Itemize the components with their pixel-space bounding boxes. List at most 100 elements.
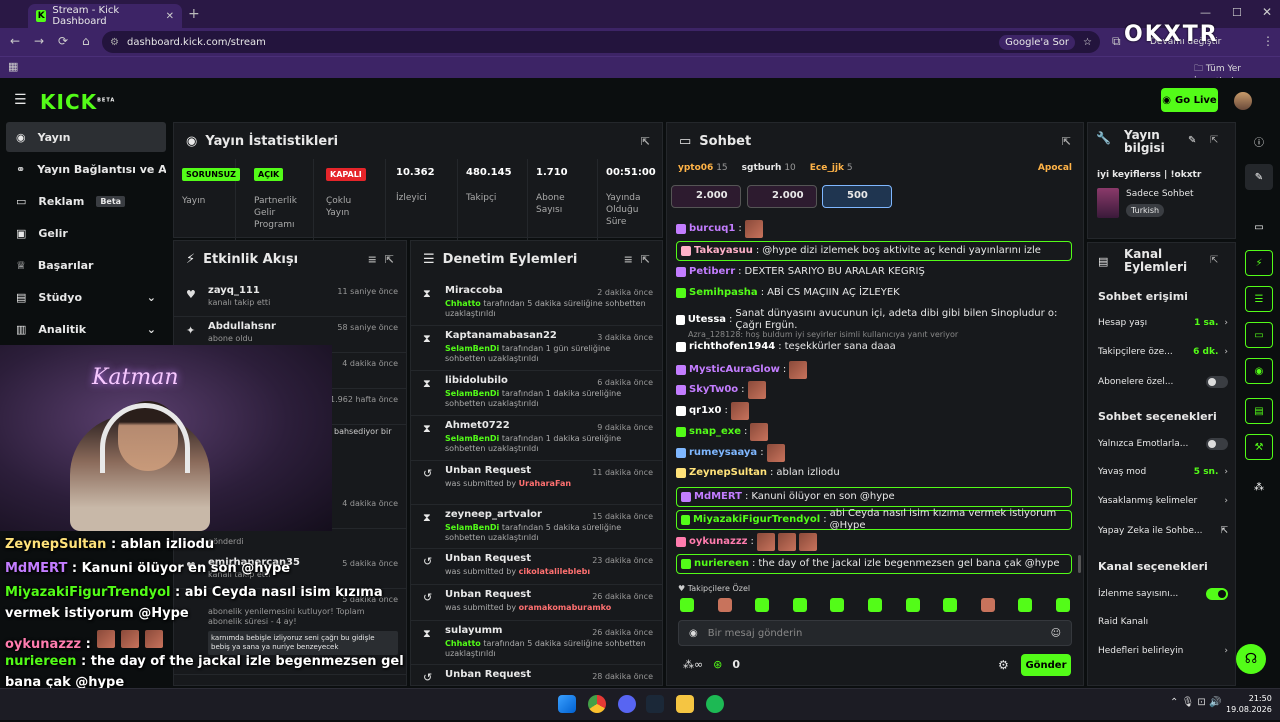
list-item[interactable]: ⧗ libidolubilo SelamBenDi tarafından 1 dak… [411,371,662,416]
list-item[interactable]: ↺ Unban Request was submitted by oramakoma… [411,585,662,621]
panel-icon[interactable]: ▭ [1245,214,1273,240]
filter-icon[interactable]: ≡ [624,253,633,266]
hype-icon[interactable]: ⁂ [1245,474,1273,500]
forward-icon[interactable]: → [34,34,44,48]
list-item[interactable]: ⧗ Kaptanamabasan22 SelamBenDi tarafından 1… [411,326,662,371]
chat-message[interactable]: richthofen1944: teşekkürler sana daaa [676,341,1072,353]
category-name[interactable]: Sadece Sohbet [1126,189,1194,199]
popout-icon[interactable]: ⇱ [641,253,650,266]
avatar[interactable] [1234,92,1252,110]
chat-message[interactable]: MiyazakiFigurTrendyol: abi Ceyda nasıl is… [676,508,1072,531]
sub-only-toggle[interactable] [1206,376,1228,388]
list-item[interactable]: ⧗ Miraccoba Chhatto tarafından 5 dakika sü… [411,281,662,326]
emote-icon[interactable] [1055,598,1070,612]
emote-icon[interactable] [905,598,920,612]
chat-message[interactable]: Semihpasha: ABİ CS MAÇIIN AÇ İZLEYEK [676,287,1072,299]
folder-icon[interactable] [676,695,694,713]
new-tab-icon[interactable]: + [188,6,200,22]
chat-message[interactable]: ZeynepSultan: ablan izliodu [676,467,1072,479]
viewer-count-toggle[interactable] [1206,588,1228,600]
emote-icon[interactable] [943,598,958,612]
wrench-icon[interactable]: ⚒ [1245,434,1273,460]
emote-icon[interactable] [980,598,995,612]
kick-logo[interactable]: KICKBETA [40,90,115,114]
list-item[interactable]: ⧗ zeyneep_artvalor SelamBenDi tarafından 5… [411,505,662,549]
follower-age-setting[interactable]: Takipçilere öze... 6 dk. › [1098,347,1228,357]
menu-icon[interactable]: ⋮ [1262,34,1274,48]
gift-card[interactable]: 2.000 [671,185,741,208]
targets-setting[interactable]: Hedefleri belirleyin › [1098,646,1228,656]
steam-icon[interactable] [646,695,664,713]
hype-icon[interactable]: ⁂∞ [683,658,703,671]
edit-icon[interactable]: ✎ [1245,164,1273,190]
emote-icon[interactable] [717,598,732,612]
list-icon[interactable]: ☰ [1245,286,1273,312]
chat-message[interactable]: burcuq1: [676,220,1072,238]
maximize-icon[interactable]: ☐ [1232,6,1242,19]
start-icon[interactable] [558,695,576,713]
site-info-icon[interactable]: ⚙ [110,37,119,48]
spotify-icon[interactable] [706,695,724,713]
account-age-setting[interactable]: Hesap yaşı 1 sa. › [1098,318,1228,328]
discord-icon[interactable] [618,695,636,713]
slow-mode-setting[interactable]: Yavaş mod 5 sn. › [1098,467,1228,477]
back-icon[interactable]: ← [10,34,20,48]
hamburger-menu-icon[interactable]: ☰ [14,92,27,108]
chat-input[interactable]: ◉ Bir mesaj gönderin ☺ [678,620,1072,646]
popout-icon[interactable]: ⇱ [385,253,394,266]
emote-icon[interactable] [792,598,807,612]
sidebar-item-revenue[interactable]: ▣ Gelir [6,218,166,248]
close-tab-icon[interactable]: ✕ [166,11,174,22]
list-item[interactable]: ⧗ Ahmet0722 SelamBenDi tarafından 1 dakika… [411,416,662,461]
chat-message[interactable]: Takayasuu: @hype dizi izlemek boş aktivit… [676,241,1072,261]
raid-setting[interactable]: Raid Kanalı [1098,617,1228,627]
emote-only-toggle[interactable] [1206,438,1228,450]
sidebar-item-ads[interactable]: ▭ Reklam Beta [6,186,166,216]
emote-icon[interactable] [680,598,694,612]
browser-tab[interactable]: K Stream - Kick Dashboard ✕ [28,4,182,28]
clock[interactable]: 21:50 19.08.2026 [1226,693,1272,715]
chat-message[interactable]: Petiberr: DEXTER SARIYO BU ARALAR KEGRIŞ [676,266,1072,278]
chat-message[interactable]: snap_exe: [676,423,1072,441]
chat-message[interactable]: oykunazzz: [676,533,1072,551]
bolt-icon[interactable]: ⚡ [1245,250,1273,276]
minimize-icon[interactable]: — [1200,6,1211,19]
badge-icon[interactable]: ◉ [689,628,698,639]
chat-message[interactable]: MdMERT: Kanuni ölüyor en son @hype [676,487,1072,507]
banned-words-setting[interactable]: Yasaklanmış kelimeler › [1098,496,1228,506]
actions-icon[interactable]: ▤ [1245,398,1273,424]
edit-icon[interactable]: ✎ [1188,135,1196,146]
reload-icon[interactable]: ⟳ [58,34,68,48]
emote-icon[interactable] [830,598,845,612]
gift-card[interactable]: 500 [822,185,892,208]
emote-icon[interactable] [1018,598,1033,612]
emote-icon[interactable] [755,598,770,612]
close-window-icon[interactable]: ✕ [1262,5,1272,19]
emote-only-setting[interactable]: Yalnızca Emotlarla... [1098,438,1228,450]
emote-icon[interactable] [867,598,882,612]
tag-badge[interactable]: Turkish [1126,204,1165,217]
bookmark-star-icon[interactable]: ☆ [1083,37,1092,48]
ai-mod-setting[interactable]: Yapay Zeka ile Sohbe... ⇱ [1098,526,1228,536]
sidebar-item-stream-key[interactable]: ⚭Yayın Bağlantısı ve Anahtarı [6,154,166,184]
go-live-button[interactable]: ◉ Go Live [1161,88,1218,112]
chat-message[interactable]: qr1x0: [676,402,1072,420]
help-headset-icon[interactable]: ☊ [1236,644,1266,674]
sub-only-setting[interactable]: Abonelere özel... [1098,376,1228,388]
filter-icon[interactable]: ≡ [368,253,377,266]
list-item[interactable]: ↺ Unban Request 28 dakika önce [411,665,662,685]
sidebar-item-stream[interactable]: ◉ Yayın [6,122,166,152]
chat-message[interactable]: Utessa: Sanat dünyasını avucunun içi, ade… [676,308,1072,332]
list-item[interactable]: ↺ Unban Request was submitted by cikolatal… [411,549,662,585]
chat-message[interactable]: rumeysaaya: [676,444,1072,462]
popout-icon[interactable]: ⇱ [1062,135,1071,148]
send-button[interactable]: Gönder [1021,654,1071,676]
tray-icons[interactable]: ⌃ 🎙 ⊡ 🔊 [1170,697,1221,708]
popout-icon[interactable]: ⇱ [1210,135,1218,146]
info-icon[interactable]: ⓘ [1245,128,1273,154]
popout-icon[interactable]: ⇱ [1210,255,1218,266]
home-icon[interactable]: ⌂ [82,34,90,48]
chrome-icon[interactable] [588,695,606,713]
chat-message[interactable]: SkyTw0o: [676,381,1072,399]
viewer-count-setting[interactable]: İzlenme sayısını... [1098,588,1228,600]
